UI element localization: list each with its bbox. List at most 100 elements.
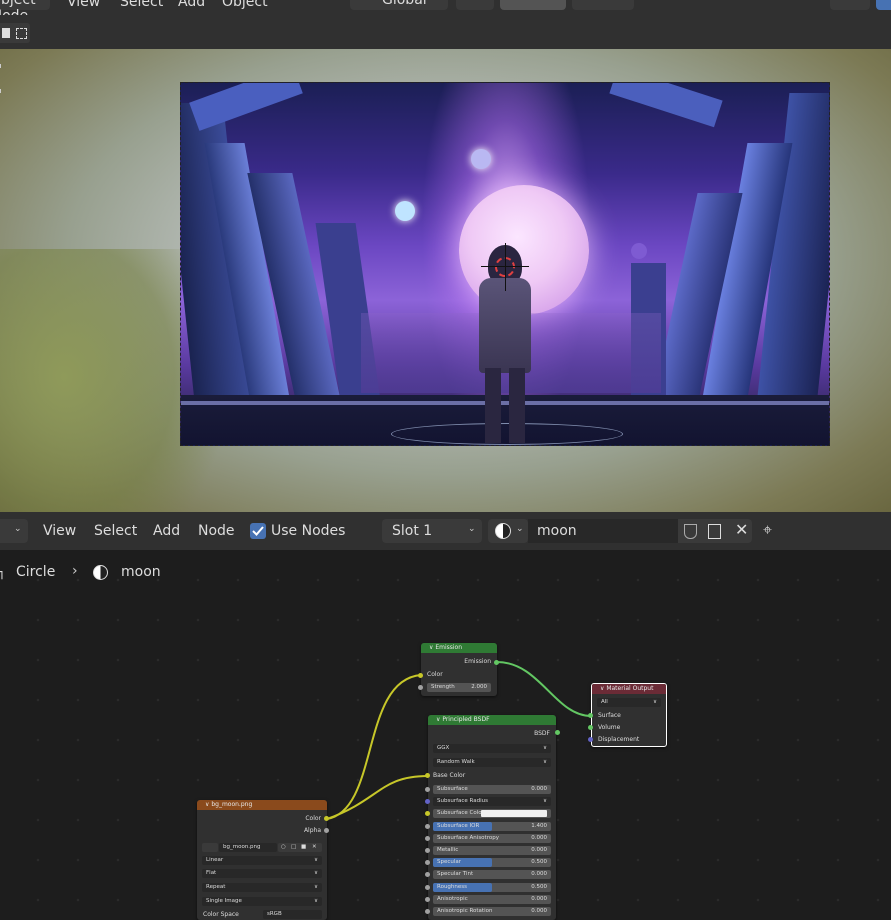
input-socket[interactable]: [425, 896, 430, 902]
input-socket[interactable]: [418, 685, 423, 690]
color-swatch[interactable]: [481, 810, 547, 818]
collapse-chevron-icon[interactable]: ∨: [436, 716, 440, 723]
bsdf-field[interactable]: Roughness 0.500: [433, 882, 551, 892]
field-label: Single Image: [206, 898, 242, 904]
link-emission-to-surface: [496, 661, 592, 717]
input-socket[interactable]: [418, 673, 423, 678]
field-label: Subsurface IOR: [437, 822, 480, 829]
field-label: Subsurface Color: [437, 810, 484, 817]
field-value: 0.500: [531, 883, 547, 890]
image-texture-node[interactable]: ∨ bg_moon.png Color Alpha bg_moon.png ○ …: [197, 800, 327, 920]
input-socket[interactable]: [425, 884, 430, 890]
source-dropdown[interactable]: Single Image ∨: [202, 897, 322, 906]
field-label: Random Walk: [437, 759, 475, 765]
bsdf-field[interactable]: Anisotropic 0.000: [433, 894, 551, 904]
field-value: 0.000: [531, 895, 547, 902]
bsdf-field[interactable]: Specular Tint 0.000: [433, 870, 551, 880]
input-socket[interactable]: [425, 909, 430, 914]
field-label: GGX: [437, 745, 450, 751]
field-label: sRGB: [267, 911, 282, 917]
chevron-down-icon: ∨: [313, 857, 318, 863]
extension-dropdown[interactable]: Repeat ∨: [202, 883, 322, 892]
projection-dropdown[interactable]: Flat ∨: [202, 869, 322, 878]
fake-user-shield-icon[interactable]: ○: [281, 843, 286, 852]
input-socket[interactable]: [425, 773, 430, 778]
colorspace-label: Color Space: [203, 911, 239, 918]
image-name-field[interactable]: bg_moon.png: [219, 843, 277, 852]
field-label: Metallic: [437, 847, 459, 853]
input-label: Volume: [598, 724, 621, 731]
output-socket[interactable]: [555, 730, 560, 735]
field-label: Strength: [431, 684, 455, 690]
close-icon[interactable]: ✕: [312, 843, 317, 852]
field-label: Subsurface Radius: [437, 798, 488, 805]
field-label: Linear: [206, 857, 224, 863]
collapse-chevron-icon[interactable]: ∨: [600, 685, 604, 692]
subsurface-method-dropdown[interactable]: Random Walk ∨: [433, 758, 551, 767]
field-value: 0.500: [531, 859, 547, 866]
field-label: Specular Tint: [437, 871, 474, 878]
node-title: Material Output: [606, 685, 654, 692]
emission-node[interactable]: ∨ Emission Emission Color Strength 2.000: [421, 643, 497, 696]
target-dropdown[interactable]: All ∨: [597, 698, 661, 707]
node-header: ∨ bg_moon.png: [197, 800, 327, 810]
link-color-to-emission: [326, 674, 422, 820]
bsdf-field[interactable]: Specular 0.500: [433, 858, 551, 868]
field-value: 1.400: [531, 822, 547, 829]
image-browse-button[interactable]: [202, 843, 218, 852]
image-actions: ○ □ ■ ✕: [278, 843, 322, 852]
distribution-dropdown[interactable]: GGX ∨: [433, 744, 551, 753]
chevron-down-icon: ∨: [313, 884, 318, 890]
input-label: Displacement: [598, 736, 640, 743]
input-label: Color: [427, 671, 443, 678]
chevron-down-icon: ∨: [652, 699, 657, 705]
duplicate-icon[interactable]: □: [291, 843, 296, 852]
input-socket[interactable]: [425, 835, 430, 841]
input-label: Surface: [598, 712, 621, 719]
node-title: Principled BSDF: [442, 716, 490, 723]
node-title: Emission: [435, 644, 463, 651]
node-title: bg_moon.png: [211, 801, 253, 808]
chevron-down-icon: ∨: [542, 745, 547, 751]
output-label: Emission: [464, 658, 491, 665]
input-label: Base Color: [433, 772, 466, 779]
input-socket[interactable]: [588, 737, 593, 742]
bsdf-field[interactable]: Subsurface Anisotropy 0.000: [433, 833, 551, 843]
bsdf-field[interactable]: Metallic 0.000: [433, 846, 551, 855]
bsdf-field[interactable]: Subsurface 0.000: [433, 785, 551, 794]
input-socket[interactable]: [588, 713, 593, 718]
input-socket[interactable]: [425, 823, 430, 829]
chevron-down-icon: ∨: [542, 798, 547, 805]
input-socket[interactable]: [425, 787, 430, 792]
output-socket[interactable]: [324, 828, 329, 833]
bsdf-field[interactable]: Subsurface IOR 1.400: [433, 821, 551, 831]
node-header: ∨ Principled BSDF: [428, 715, 556, 725]
field-value: 0.000: [531, 834, 547, 841]
bsdf-field[interactable]: Anisotropic Rotation 0.000: [433, 907, 551, 916]
field-value: 0.000: [531, 786, 547, 792]
input-socket[interactable]: [425, 848, 430, 853]
input-socket[interactable]: [588, 725, 593, 730]
output-socket[interactable]: [494, 660, 499, 665]
bsdf-field[interactable]: Subsurface Radius ∨: [433, 797, 551, 807]
chevron-down-icon: ∨: [313, 898, 318, 904]
strength-field[interactable]: Strength 2.000: [427, 683, 491, 692]
interpolation-dropdown[interactable]: Linear ∨: [202, 856, 322, 865]
collapse-chevron-icon[interactable]: ∨: [429, 644, 433, 651]
output-label: BSDF: [534, 730, 550, 737]
material-output-node[interactable]: ∨ Material Output All ∨ Surface Volume D…: [591, 683, 667, 747]
field-label: Anisotropic Rotation: [437, 908, 493, 914]
node-header: ∨ Material Output: [592, 684, 666, 694]
folder-icon[interactable]: ■: [301, 843, 306, 852]
bsdf-field[interactable]: Subsurface Color: [433, 809, 551, 819]
node-header: ∨ Emission: [421, 643, 497, 653]
principled-bsdf-node[interactable]: ∨ Principled BSDF BSDF GGX ∨ Random Walk…: [428, 715, 556, 920]
field-label: Anisotropic: [437, 895, 468, 902]
collapse-chevron-icon[interactable]: ∨: [205, 801, 209, 808]
output-socket[interactable]: [324, 816, 329, 821]
field-label: Roughness: [437, 883, 468, 890]
field-value: 2.000: [471, 684, 487, 690]
field-label: All: [601, 699, 608, 705]
colorspace-dropdown[interactable]: sRGB: [263, 910, 322, 919]
field-value: 0.000: [531, 847, 547, 853]
